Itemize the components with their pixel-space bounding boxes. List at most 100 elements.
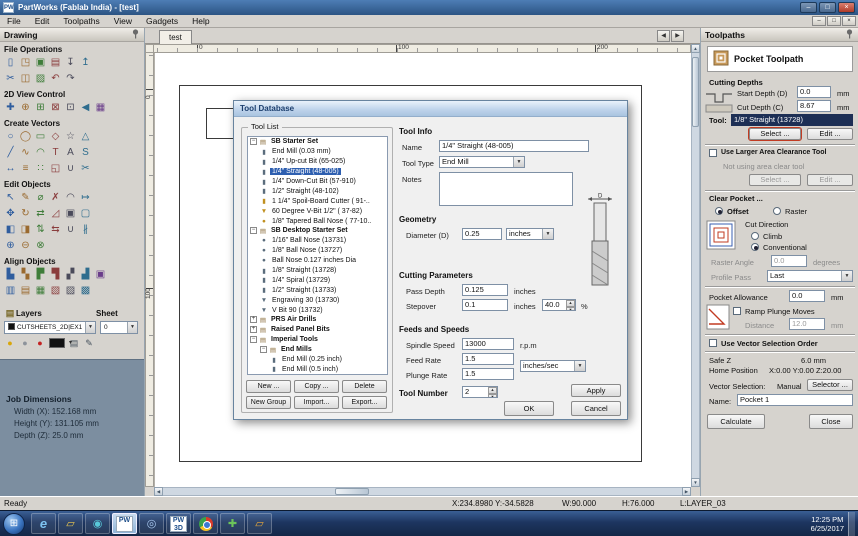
import-button[interactable]: Import... xyxy=(294,396,339,409)
start-button[interactable]: ⊞ xyxy=(3,512,25,535)
minimize-button[interactable]: – xyxy=(800,2,817,13)
conventional-radio[interactable] xyxy=(751,243,759,251)
move-icon[interactable]: ✥ xyxy=(3,207,18,221)
horizontal-scroll-thumb[interactable] xyxy=(335,488,369,495)
green-app-taskbar-icon[interactable]: ✚ xyxy=(220,513,245,534)
partworks-3d-taskbar-icon[interactable]: PW 3D xyxy=(166,513,191,534)
align-left-edge-icon[interactable]: ◧ xyxy=(3,223,18,237)
show-all-layers-icon[interactable]: ● xyxy=(4,337,16,349)
flip-vertical-icon[interactable]: ⇅ xyxy=(33,223,48,237)
chevron-down-icon[interactable]: ▼ xyxy=(841,271,852,281)
zoom-selected-icon[interactable]: ⊡ xyxy=(63,101,78,115)
edit-layers-icon[interactable]: ✎ xyxy=(83,337,95,349)
align-middle-icon[interactable]: ▞ xyxy=(63,268,78,282)
rotate-icon[interactable]: ↻ xyxy=(18,207,33,221)
tool-number-input[interactable]: 2 ▲ ▼ xyxy=(462,386,498,398)
tree-item-1-8-ball-nose-13727[interactable]: ● 1/8" Ball Nose (13727) xyxy=(248,246,387,256)
node-edit-icon[interactable]: ✎ xyxy=(18,191,33,205)
ramp-distance-input[interactable]: 12.0 xyxy=(789,318,825,330)
tree-item-sb-desktop-starter-set[interactable]: − ▤ SB Desktop Starter Set xyxy=(248,226,387,236)
toolpath-name-input[interactable]: Pocket 1 xyxy=(737,394,853,406)
new-file-icon[interactable]: ▯ xyxy=(3,56,18,70)
media-player-taskbar-icon[interactable]: ◉ xyxy=(85,513,110,534)
array-copy-icon[interactable]: ∷ xyxy=(33,162,48,176)
cancel-button[interactable]: Cancel xyxy=(571,401,621,416)
tree-item-end-mills[interactable]: − ▤ End Mills xyxy=(248,345,387,355)
join-vectors-icon[interactable]: ∪ xyxy=(63,223,78,237)
tool-select-button[interactable]: Select ... xyxy=(748,127,802,141)
mirror-icon[interactable]: ⇄ xyxy=(33,207,48,221)
zoom-in-icon[interactable]: ⊕ xyxy=(18,101,33,115)
mdi-close-button[interactable]: × xyxy=(842,16,856,26)
cut-depth-input[interactable]: 8.67 xyxy=(797,100,831,112)
mdi-minimize-button[interactable]: – xyxy=(812,16,826,26)
pin-icon[interactable] xyxy=(845,28,854,41)
flip-horizontal-icon[interactable]: ⇆ xyxy=(48,223,63,237)
scroll-up-icon[interactable]: ▲ xyxy=(691,44,700,53)
offset-radio[interactable] xyxy=(715,207,723,215)
tree-item-1-2-straight-13733[interactable]: ▮ 1/2" Straight (13733) xyxy=(248,285,387,295)
fillet-icon[interactable]: ◠ xyxy=(63,191,78,205)
pass-depth-input[interactable]: 0.125 xyxy=(462,284,508,296)
tree-item-prs-air-drills[interactable]: + ▤ PRS Air Drills xyxy=(248,315,387,325)
save-icon[interactable]: ▣ xyxy=(33,56,48,70)
spin-down-icon[interactable]: ▼ xyxy=(566,306,575,310)
rectangle-icon[interactable]: ▭ xyxy=(33,130,48,144)
chrome-taskbar-icon[interactable] xyxy=(193,513,218,534)
chevron-down-icon[interactable]: ▼ xyxy=(127,322,137,333)
tree-item-1-2-straight-48-102[interactable]: ▮ 1/2" Straight (48-102) xyxy=(248,186,387,196)
redo-icon[interactable]: ↷ xyxy=(63,72,78,86)
center-in-material-icon[interactable]: ▣ xyxy=(93,268,108,282)
space-horizontal-icon[interactable]: ▥ xyxy=(3,284,18,298)
previous-view-icon[interactable]: ◀ xyxy=(78,101,93,115)
apply-button[interactable]: Apply xyxy=(571,384,621,397)
disc-burner-taskbar-icon[interactable]: ◎ xyxy=(139,513,164,534)
scroll-left-icon[interactable]: ◀ xyxy=(154,487,163,496)
open-file-icon[interactable]: ◳ xyxy=(18,56,33,70)
offset-vectors-icon[interactable]: ≡ xyxy=(18,162,33,176)
polyline-icon[interactable]: ╱ xyxy=(3,146,18,160)
toggle-grid-icon[interactable]: ▦ xyxy=(93,101,108,115)
triangle-icon[interactable]: △ xyxy=(78,130,93,144)
layer-select[interactable]: CUTSHEETS_2D|EX1 ▼ xyxy=(4,321,96,334)
show-desktop-button[interactable] xyxy=(848,511,855,536)
ellipse-icon[interactable]: ◯ xyxy=(18,130,33,144)
toggle-visibility-icon[interactable]: ● xyxy=(19,337,31,349)
start-depth-input[interactable]: 0.0 xyxy=(797,86,831,98)
new-group-button[interactable]: New Group xyxy=(246,396,291,409)
tool-tree[interactable]: − ▤ SB Starter Set ▮ End Mill (0.03 mm) ▮ 1/4"… xyxy=(247,136,388,375)
profile-pass-select[interactable]: Last ▼ xyxy=(767,270,853,282)
clearance-edit-button[interactable]: Edit ... xyxy=(807,174,853,186)
nest-vectors-icon[interactable]: ◱ xyxy=(48,162,63,176)
tree-item-v-bit-90-13732[interactable]: ▼ V Bit 90 (13732) xyxy=(248,305,387,315)
ungroup-icon[interactable]: ▢ xyxy=(78,207,93,221)
chevron-down-icon[interactable]: ▼ xyxy=(574,361,585,371)
feed-rate-input[interactable]: 1.5 xyxy=(462,353,514,365)
star-icon[interactable]: ☆ xyxy=(63,130,78,144)
space-vertical-icon[interactable]: ▤ xyxy=(18,284,33,298)
active-layer-color-icon[interactable]: ● xyxy=(34,337,46,349)
subtract-boolean-icon[interactable]: ⊖ xyxy=(18,239,33,253)
copy-icon[interactable]: ◫ xyxy=(18,72,33,86)
undo-icon[interactable]: ↶ xyxy=(48,72,63,86)
pan-icon[interactable]: ✚ xyxy=(3,101,18,115)
break-vectors-icon[interactable]: ∦ xyxy=(78,223,93,237)
documents-folder-taskbar-icon[interactable]: ▱ xyxy=(247,513,272,534)
close-button[interactable]: × xyxy=(838,2,855,13)
tree-item-end-mill-0-25-inch[interactable]: ▮ End Mill (0.25 inch) xyxy=(248,355,387,365)
spindle-speed-input[interactable]: 13000 xyxy=(462,338,514,350)
expand-icon[interactable]: + xyxy=(250,316,257,324)
tree-item-1-4-spiral-13729[interactable]: ▮ 1/4" Spiral (13729) xyxy=(248,275,387,285)
tool-type-select[interactable]: End Mill ▼ xyxy=(439,156,525,168)
tree-item-1-4-up-cut-bit-65-025[interactable]: ▮ 1/4" Up-cut Bit (65-025) xyxy=(248,157,387,167)
selector-button[interactable]: Selector ... xyxy=(807,379,853,391)
raster-radio[interactable] xyxy=(773,207,781,215)
tree-item-60-degree-v-bit-1-2-37-82[interactable]: ▼ 60 Degree V-Bit 1/2" ( 37-82) xyxy=(248,206,387,216)
scroll-right-icon[interactable]: ▶ xyxy=(682,487,691,496)
clearance-select-button[interactable]: Select ... xyxy=(749,174,801,186)
copy-button[interactable]: Copy ... xyxy=(294,380,339,393)
tree-item-imperial-tools[interactable]: − ▤ Imperial Tools xyxy=(248,335,387,345)
diameter-input[interactable]: 0.25 xyxy=(462,228,502,240)
delete-button[interactable]: Delete xyxy=(342,380,387,393)
taskbar-clock[interactable]: 12:25 PM 6/25/2017 xyxy=(811,515,848,533)
